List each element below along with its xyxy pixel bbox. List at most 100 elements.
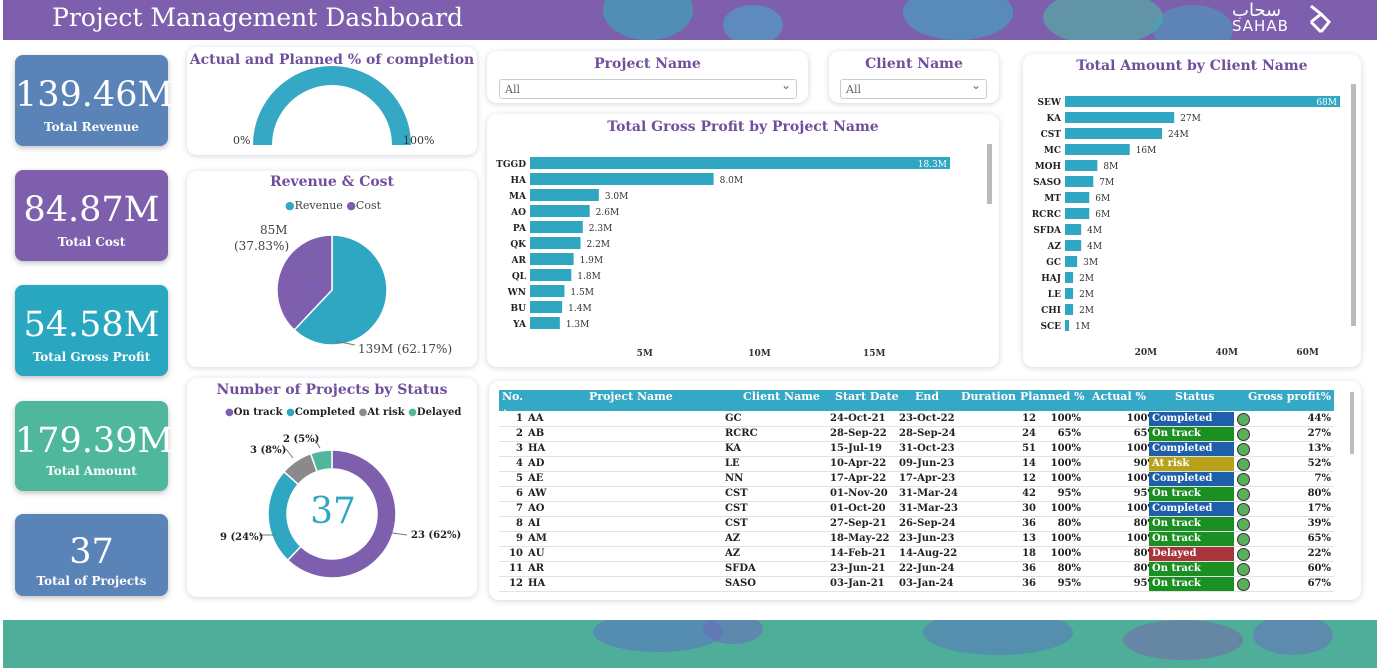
gauge-chart: 0% 100% xyxy=(233,66,434,147)
col-end[interactable]: End xyxy=(915,390,939,411)
cell-duration: 36 xyxy=(1022,578,1036,589)
cell-project: AI xyxy=(528,518,541,529)
cell-no: 1 xyxy=(516,413,523,424)
table-row[interactable]: 2 AB RCRC 28-Sep-22 28-Sep-24 24 65% 65% On trac… xyxy=(499,427,1334,442)
bar-wn[interactable] xyxy=(530,285,565,297)
bar-ma[interactable] xyxy=(530,189,599,201)
client-name-dropdown[interactable]: All ⌄ xyxy=(840,78,987,99)
cell-gross-profit: 65% xyxy=(1307,533,1331,544)
bar-sfda[interactable] xyxy=(1065,224,1082,235)
col-duration[interactable]: Duration xyxy=(961,390,1016,411)
project-name-dropdown[interactable]: All ⌄ xyxy=(499,78,797,99)
bar-value-label: 1.5M xyxy=(570,288,594,298)
kpi-label: Total Gross Profit xyxy=(32,350,151,364)
bar-value-label: 6M xyxy=(1095,194,1110,204)
gauge-fill xyxy=(253,66,411,145)
table-row[interactable]: 8 AI CST 27-Sep-21 26-Sep-24 36 80% 80% On track… xyxy=(499,517,1334,532)
gauge-card[interactable]: Actual and Planned % of completion 0% 10… xyxy=(187,47,477,155)
bar-category-label: HA xyxy=(511,176,528,186)
project-filter-card: Project Name All ⌄ xyxy=(487,51,808,103)
cell-duration: 13 xyxy=(1022,533,1036,544)
col-actual[interactable]: Actual % xyxy=(1092,390,1146,411)
kpi-total-amount[interactable]: 179.39M Total Amount xyxy=(15,401,174,491)
decor-blob xyxy=(903,0,1013,40)
bar-ql[interactable] xyxy=(530,269,572,281)
bar-category-label: HAJ xyxy=(1041,274,1061,284)
kpi-value: 84.87M xyxy=(23,190,160,230)
bar-ha[interactable] xyxy=(530,173,714,185)
cell-duration: 18 xyxy=(1022,548,1036,559)
bar-value-label: 8.0M xyxy=(720,176,744,186)
col-gross-profit[interactable]: Gross profit% xyxy=(1248,390,1331,411)
bar-value-label: 68M xyxy=(1316,98,1337,108)
table-row[interactable]: 10 AU AZ 14-Feb-21 14-Aug-22 18 100% 80% Delayed… xyxy=(499,547,1334,562)
status-circle-icon xyxy=(1237,578,1250,591)
table-row[interactable]: 1 AA GC 24-Oct-21 23-Oct-22 12 100% 100% Complet… xyxy=(499,412,1334,427)
kpi-total-cost[interactable]: 84.87M Total Cost xyxy=(15,170,168,261)
cell-gross-profit: 44% xyxy=(1307,413,1331,424)
bar-ao[interactable] xyxy=(530,205,590,217)
bar-gc[interactable] xyxy=(1065,256,1078,267)
revenue-cost-pie: 85M (37.83%) 139M (62.17%) xyxy=(234,223,452,356)
table-row[interactable]: 4 AD LE 10-Apr-22 09-Jun-23 14 100% 90% At risk 5… xyxy=(499,457,1334,472)
bar-sew[interactable] xyxy=(1065,96,1340,107)
bar-tggd[interactable] xyxy=(530,157,950,169)
col-start[interactable]: Start Date xyxy=(835,390,899,411)
bar-az[interactable] xyxy=(1065,240,1082,251)
scrollbar-thumb[interactable] xyxy=(987,144,992,204)
bar-mc[interactable] xyxy=(1065,144,1130,155)
bar-le[interactable] xyxy=(1065,288,1074,299)
client-amount-card[interactable]: Total Amount by Client Name SEW 68M KA 27M C… xyxy=(1023,54,1361,367)
donut-slice-completed[interactable] xyxy=(267,470,302,562)
logo-english: SAHAB xyxy=(1232,17,1289,35)
table-row[interactable]: 7 AO CST 01-Oct-20 31-Mar-23 30 100% 100% Comple… xyxy=(499,502,1334,517)
bar-moh[interactable] xyxy=(1065,160,1098,171)
col-no[interactable]: No. ▲ xyxy=(502,390,523,416)
table-row[interactable]: 11 AR SFDA 23-Jun-21 22-Jun-24 36 80% 80% On tra… xyxy=(499,562,1334,577)
gross-profit-card[interactable]: Total Gross Profit by Project Name TGGD 1… xyxy=(487,114,999,367)
bar-saso[interactable] xyxy=(1065,176,1094,187)
col-project[interactable]: Project Name xyxy=(589,390,673,411)
col-status[interactable]: Status xyxy=(1175,390,1214,411)
status-card[interactable]: Number of Projects by Status ●On track ●… xyxy=(187,378,477,597)
bar-category-label: RCRC xyxy=(1032,210,1061,220)
table-row[interactable]: 3 HA KA 15-Jul-19 31-Oct-23 51 100% 100% Complet… xyxy=(499,442,1334,457)
kpi-total-projects[interactable]: 37 Total of Projects xyxy=(15,514,168,596)
kpi-value: 54.58M xyxy=(23,305,160,345)
revenue-cost-card[interactable]: Revenue & Cost ●Revenue ●Cost 85M (37.83… xyxy=(187,171,477,367)
bar-ar[interactable] xyxy=(530,253,574,265)
bar-mt[interactable] xyxy=(1065,192,1090,203)
bar-pa[interactable] xyxy=(530,221,583,233)
table-row[interactable]: 12 HA SASO 03-Jan-21 03-Jan-24 36 95% 95% On tra… xyxy=(499,577,1334,592)
x-tick-label: 5M xyxy=(637,349,653,359)
table-row[interactable]: 6 AW CST 01-Nov-20 31-Mar-24 42 95% 95% On track… xyxy=(499,487,1334,502)
kpi-value: 179.39M xyxy=(15,421,174,461)
bar-ka[interactable] xyxy=(1065,112,1175,123)
cell-duration: 36 xyxy=(1022,563,1036,574)
cell-planned: 100% xyxy=(1050,458,1081,469)
kpi-total-revenue[interactable]: 139.46M Total Revenue xyxy=(15,55,173,146)
cell-end: 03-Jan-24 xyxy=(899,578,954,589)
col-client[interactable]: Client Name xyxy=(743,390,820,411)
table-row[interactable]: 5 AE NN 17-Apr-22 17-Apr-23 12 100% 100% Complet… xyxy=(499,472,1334,487)
bar-haj[interactable] xyxy=(1065,272,1074,283)
table-scrollbar[interactable] xyxy=(1350,392,1354,454)
bar-qk[interactable] xyxy=(530,237,581,249)
col-planned[interactable]: Planned % xyxy=(1020,390,1085,411)
kpi-total-gross-profit[interactable]: 54.58M Total Gross Profit xyxy=(15,285,168,376)
bar-chi[interactable] xyxy=(1065,304,1074,315)
bar-bu[interactable] xyxy=(530,301,563,313)
sahab-logo-icon xyxy=(1309,4,1332,34)
scrollbar-thumb[interactable] xyxy=(1351,84,1356,326)
bar-ya[interactable] xyxy=(530,317,560,329)
cell-project: HA xyxy=(528,578,546,589)
bar-rcrc[interactable] xyxy=(1065,208,1090,219)
bar-sce[interactable] xyxy=(1065,320,1070,331)
cell-start: 17-Apr-22 xyxy=(830,473,887,484)
chevron-down-icon: ⌄ xyxy=(780,78,791,92)
bar-category-label: KA xyxy=(1047,114,1062,124)
bar-cst[interactable] xyxy=(1065,128,1163,139)
bar-value-label: 1.8M xyxy=(577,272,601,282)
table-row[interactable]: 9 AM AZ 18-May-22 23-Jun-23 13 100% 100% On trac… xyxy=(499,532,1334,547)
bar-category-label: SCE xyxy=(1040,322,1061,332)
